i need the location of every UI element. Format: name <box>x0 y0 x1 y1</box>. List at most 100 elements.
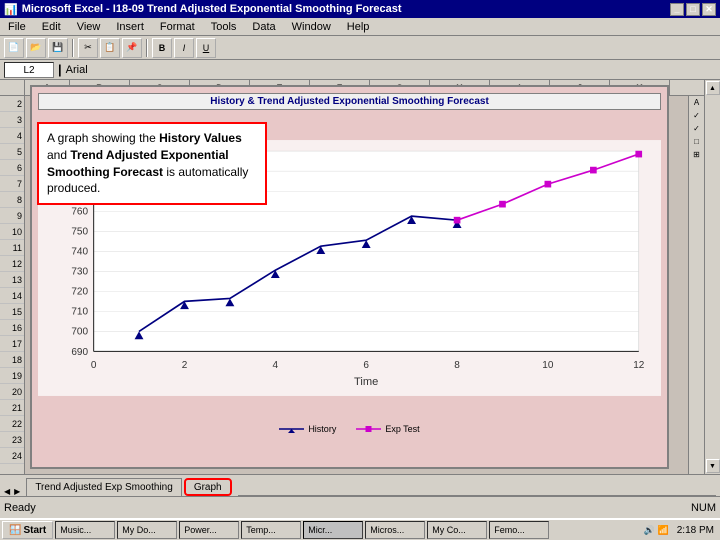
row-num: 17 <box>0 336 24 352</box>
taskbar-app-myco[interactable]: My Co... <box>427 521 487 539</box>
tab-bar: ◀ ▶ Trend Adjusted Exp Smoothing Graph <box>0 474 720 496</box>
svg-text:8: 8 <box>454 360 460 371</box>
forecast-marker-5 <box>635 151 642 158</box>
forecast-marker-3 <box>545 181 552 188</box>
save-button[interactable]: 💾 <box>48 38 68 58</box>
right-tool-1[interactable]: A <box>694 98 699 107</box>
menu-tools[interactable]: Tools <box>207 20 241 34</box>
italic-button[interactable]: I <box>174 38 194 58</box>
right-tool-4[interactable]: □ <box>694 137 699 146</box>
svg-text:750: 750 <box>71 227 88 238</box>
row-num: 8 <box>0 192 24 208</box>
bold-button[interactable]: B <box>152 38 172 58</box>
row-num: 12 <box>0 256 24 272</box>
menu-view[interactable]: View <box>73 20 105 34</box>
row-num: 15 <box>0 304 24 320</box>
row-num: 5 <box>0 144 24 160</box>
row-num: 6 <box>0 160 24 176</box>
vertical-scrollbar[interactable]: ▲ ▼ <box>704 80 720 474</box>
svg-text:740: 740 <box>71 247 88 258</box>
start-button[interactable]: 🪟 Start <box>2 521 53 539</box>
annotation-text-2: and <box>47 148 70 162</box>
system-tray-icons: 🔊 📶 <box>644 525 669 536</box>
scroll-down-button[interactable]: ▼ <box>706 459 720 473</box>
sheet-content: A B C D E F G H I J K A graph showing th… <box>25 80 704 474</box>
row-numbers: 2 3 4 5 6 7 8 9 10 11 12 13 14 15 16 17 … <box>0 80 25 474</box>
legend-history-icon <box>279 424 304 434</box>
legend-forecast: Exp Test <box>356 424 419 434</box>
right-tool-2[interactable]: ✓ <box>693 111 700 120</box>
menu-window[interactable]: Window <box>288 20 335 34</box>
svg-text:12: 12 <box>633 360 645 371</box>
window-title: Microsoft Excel - I18-09 Trend Adjusted … <box>22 3 402 15</box>
taskbar-app-temp[interactable]: Temp... <box>241 521 301 539</box>
row-num: 19 <box>0 368 24 384</box>
cell-reference[interactable]: L2 <box>4 62 54 78</box>
tab-scroll-left[interactable]: ◀ <box>4 487 10 496</box>
forecast-marker-2 <box>499 201 506 208</box>
menu-edit[interactable]: Edit <box>38 20 65 34</box>
right-tool-5[interactable]: ⊞ <box>693 150 700 159</box>
svg-text:730: 730 <box>71 267 88 278</box>
legend-history: History <box>279 424 336 434</box>
legend-forecast-icon <box>356 424 381 434</box>
tab-scroll-right[interactable]: ▶ <box>14 487 20 496</box>
underline-button[interactable]: U <box>196 38 216 58</box>
status-bar: Ready NUM <box>0 496 720 518</box>
menu-insert[interactable]: Insert <box>112 20 148 34</box>
menu-format[interactable]: Format <box>156 20 199 34</box>
chart-area: A graph showing the History Values and T… <box>30 85 669 469</box>
row-num: 7 <box>0 176 24 192</box>
taskbar-app-femo[interactable]: Femo... <box>489 521 549 539</box>
row-num: 21 <box>0 400 24 416</box>
toolbar: 📄 📂 💾 ✂ 📋 📌 B I U <box>0 36 720 60</box>
svg-text:700: 700 <box>71 327 88 338</box>
tab-trend-adjusted[interactable]: Trend Adjusted Exp Smoothing <box>26 478 182 496</box>
chart-legend: History Exp Test <box>38 424 661 434</box>
clock: 2:18 PM <box>673 525 718 536</box>
svg-text:710: 710 <box>71 307 88 318</box>
scroll-up-button[interactable]: ▲ <box>706 81 720 95</box>
row-num: 4 <box>0 128 24 144</box>
paste-button[interactable]: 📌 <box>122 38 142 58</box>
tab-graph[interactable]: Graph <box>184 478 232 496</box>
svg-text:Time: Time <box>354 376 378 388</box>
right-tool-3[interactable]: ✓ <box>693 124 700 133</box>
menu-help[interactable]: Help <box>343 20 374 34</box>
taskbar-app-power[interactable]: Power... <box>179 521 239 539</box>
menu-file[interactable]: File <box>4 20 30 34</box>
row-num: 18 <box>0 352 24 368</box>
maximize-button[interactable]: □ <box>686 3 700 16</box>
taskbar-app-micr[interactable]: Micr... <box>303 521 363 539</box>
chart-title: History & Trend Adjusted Exponential Smo… <box>38 93 661 110</box>
svg-text:2: 2 <box>182 360 188 371</box>
title-bar: 📊 Microsoft Excel - I18-09 Trend Adjuste… <box>0 0 720 18</box>
taskbar-app-micros[interactable]: Micros... <box>365 521 425 539</box>
taskbar-app-mydo[interactable]: My Do... <box>117 521 177 539</box>
row-num: 10 <box>0 224 24 240</box>
svg-text:720: 720 <box>71 287 88 298</box>
menu-data[interactable]: Data <box>248 20 279 34</box>
taskbar-app-music[interactable]: Music... <box>55 521 115 539</box>
app-icon: 📊 <box>4 3 18 16</box>
minimize-button[interactable]: _ <box>670 3 684 16</box>
forecast-marker-4 <box>590 167 597 174</box>
svg-text:10: 10 <box>542 360 554 371</box>
row-num: 16 <box>0 320 24 336</box>
annotation-history-bold: History Values <box>159 131 242 145</box>
menu-bar: File Edit View Insert Format Tools Data … <box>0 18 720 36</box>
svg-text:4: 4 <box>273 360 279 371</box>
toolbar-sep-2 <box>146 39 148 57</box>
close-button[interactable]: ✕ <box>702 3 716 16</box>
row-num: 22 <box>0 416 24 432</box>
open-button[interactable]: 📂 <box>26 38 46 58</box>
right-toolbar: A ✓ ✓ □ ⊞ <box>688 96 704 474</box>
toolbar-sep-1 <box>72 39 74 57</box>
copy-button[interactable]: 📋 <box>100 38 120 58</box>
row-num: 9 <box>0 208 24 224</box>
legend-history-label: History <box>308 424 336 434</box>
formula-bar: L2 | Arial <box>0 60 720 80</box>
new-button[interactable]: 📄 <box>4 38 24 58</box>
row-num: 13 <box>0 272 24 288</box>
cut-button[interactable]: ✂ <box>78 38 98 58</box>
